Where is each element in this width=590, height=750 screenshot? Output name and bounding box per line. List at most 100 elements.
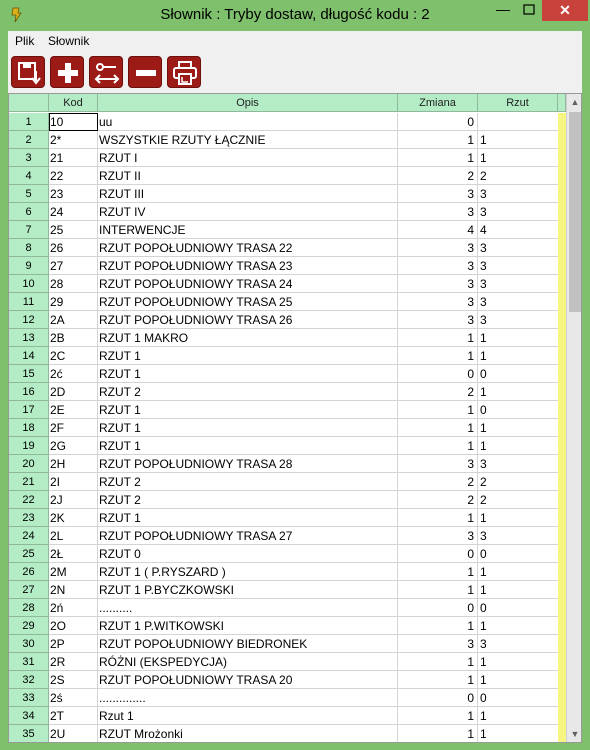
print-button[interactable] [167, 56, 201, 88]
header-opis[interactable]: Opis [98, 94, 398, 112]
table-row[interactable]: 11 29 RZUT POPOŁUDNIOWY TRASA 25 3 3 [9, 293, 559, 311]
scroll-down-icon[interactable]: ▼ [567, 726, 581, 742]
cell-opis[interactable]: RZUT III [98, 185, 398, 203]
cell-kod[interactable]: 28 [49, 275, 98, 293]
cell-zmiana[interactable]: 1 [398, 149, 478, 167]
cell-rzut[interactable]: 1 [478, 563, 559, 581]
cell-opis[interactable]: RZUT 1 [98, 347, 398, 365]
cell-zmiana[interactable]: 2 [398, 167, 478, 185]
cell-rzut[interactable]: 0 [478, 545, 559, 563]
table-row[interactable]: 33 2ś.............. 0 0 [9, 689, 559, 707]
menu-file[interactable]: Plik [15, 34, 34, 48]
cell-kod[interactable]: 2I [49, 473, 98, 491]
cell-zmiana[interactable]: 2 [398, 491, 478, 509]
cell-rzut[interactable]: 2 [478, 473, 559, 491]
cell-opis[interactable]: RZUT POPOŁUDNIOWY BIEDRONEK [98, 635, 398, 653]
table-row[interactable]: 29 2O RZUT 1 P.WITKOWSKI 1 1 [9, 617, 559, 635]
table-row[interactable]: 32 2S RZUT POPOŁUDNIOWY TRASA 20 1 1 [9, 671, 559, 689]
cell-zmiana[interactable]: 1 [398, 563, 478, 581]
cell-rzut[interactable]: 1 [478, 149, 559, 167]
cell-kod[interactable]: 2ć [49, 365, 98, 383]
cell-kod[interactable]: 2R [49, 653, 98, 671]
cell-rzut[interactable]: 1 [478, 329, 559, 347]
table-row[interactable]: 34 2T Rzut 111 [9, 707, 559, 725]
cell-zmiana[interactable]: 3 [398, 257, 478, 275]
cell-zmiana[interactable]: 4 [398, 221, 478, 239]
scroll-thumb[interactable] [569, 112, 581, 312]
table-row[interactable]: 9 27 RZUT POPOŁUDNIOWY TRASA 23 3 3 [9, 257, 559, 275]
cell-kod[interactable]: 2O [49, 617, 98, 635]
data-grid[interactable]: Kod Opis Zmiana Rzut 1 10 uu 0 2 2* WSZYSTKIE … [8, 93, 582, 743]
cell-kod[interactable]: 2ń [49, 599, 98, 617]
cell-opis[interactable]: RZUT 2 [98, 473, 398, 491]
cell-zmiana[interactable]: 1 [398, 437, 478, 455]
cell-opis[interactable]: RZUT Mrożonki [98, 725, 398, 742]
table-row[interactable]: 17 2E RZUT 110 [9, 401, 559, 419]
header-rzut[interactable]: Rzut [478, 94, 558, 112]
cell-kod[interactable]: 2A [49, 311, 98, 329]
cell-kod[interactable]: 10 [49, 113, 98, 131]
vertical-scrollbar[interactable]: ▲ ▼ [566, 94, 581, 742]
cell-rzut[interactable] [478, 113, 559, 131]
cell-opis[interactable]: RZUT POPOŁUDNIOWY TRASA 28 [98, 455, 398, 473]
cell-rzut[interactable]: 1 [478, 437, 559, 455]
cell-zmiana[interactable]: 1 [398, 419, 478, 437]
cell-zmiana[interactable]: 1 [398, 653, 478, 671]
table-row[interactable]: 21 2I RZUT 222 [9, 473, 559, 491]
table-row[interactable]: 7 25 INTERWENCJE 4 4 [9, 221, 559, 239]
cell-kod[interactable]: 2F [49, 419, 98, 437]
table-row[interactable]: 27 2N RZUT 1 P.BYCZKOWSKI 1 1 [9, 581, 559, 599]
cell-zmiana[interactable]: 0 [398, 545, 478, 563]
table-row[interactable]: 13 2B RZUT 1 MAKRO 1 1 [9, 329, 559, 347]
cell-kod[interactable]: 2ś [49, 689, 98, 707]
cell-zmiana[interactable]: 3 [398, 455, 478, 473]
table-row[interactable]: 31 2R RÓŻNI (EKSPEDYCJA) 1 1 [9, 653, 559, 671]
cell-rzut[interactable]: 3 [478, 185, 559, 203]
cell-kod[interactable]: 22 [49, 167, 98, 185]
cell-opis[interactable]: RZUT 1 P.WITKOWSKI [98, 617, 398, 635]
cell-opis[interactable]: RZUT 1 MAKRO [98, 329, 398, 347]
cell-rzut[interactable]: 2 [478, 491, 559, 509]
cell-rzut[interactable]: 1 [478, 671, 559, 689]
cell-opis[interactable]: RZUT 1 [98, 419, 398, 437]
cell-opis[interactable]: .............. [98, 689, 398, 707]
cell-zmiana[interactable]: 1 [398, 329, 478, 347]
cell-opis[interactable]: RÓŻNI (EKSPEDYCJA) [98, 653, 398, 671]
cell-opis[interactable]: RZUT 1 [98, 509, 398, 527]
cell-kod[interactable]: 23 [49, 185, 98, 203]
cell-zmiana[interactable]: 3 [398, 635, 478, 653]
table-row[interactable]: 1 10 uu 0 [9, 113, 559, 131]
cell-rzut[interactable]: 3 [478, 257, 559, 275]
table-row[interactable]: 28 2ń.......... 0 0 [9, 599, 559, 617]
cell-zmiana[interactable]: 1 [398, 347, 478, 365]
table-row[interactable]: 16 2D RZUT 221 [9, 383, 559, 401]
cell-opis[interactable]: RZUT 1 [98, 365, 398, 383]
table-row[interactable]: 8 26 RZUT POPOŁUDNIOWY TRASA 22 3 3 [9, 239, 559, 257]
cell-opis[interactable]: RZUT I [98, 149, 398, 167]
table-row[interactable]: 22 2J RZUT 222 [9, 491, 559, 509]
cell-rzut[interactable]: 1 [478, 383, 559, 401]
cell-zmiana[interactable]: 1 [398, 131, 478, 149]
cell-zmiana[interactable]: 3 [398, 527, 478, 545]
table-row[interactable]: 14 2C RZUT 111 [9, 347, 559, 365]
cell-zmiana[interactable]: 1 [398, 671, 478, 689]
cell-opis[interactable]: RZUT 1 [98, 437, 398, 455]
cell-zmiana[interactable]: 2 [398, 383, 478, 401]
scroll-up-icon[interactable]: ▲ [567, 94, 581, 111]
cell-kod[interactable]: 2E [49, 401, 98, 419]
cell-rzut[interactable]: 3 [478, 275, 559, 293]
cell-kod[interactable]: 2K [49, 509, 98, 527]
cell-rzut[interactable]: 0 [478, 599, 559, 617]
cell-opis[interactable]: RZUT II [98, 167, 398, 185]
cell-kod[interactable]: 2Ł [49, 545, 98, 563]
cell-kod[interactable]: 2N [49, 581, 98, 599]
cell-rzut[interactable]: 1 [478, 707, 559, 725]
add-button[interactable] [50, 56, 84, 88]
cell-opis[interactable]: RZUT POPOŁUDNIOWY TRASA 24 [98, 275, 398, 293]
cell-kod[interactable]: 2B [49, 329, 98, 347]
table-row[interactable]: 23 2K RZUT 111 [9, 509, 559, 527]
cell-zmiana[interactable]: 1 [398, 725, 478, 742]
cell-rzut[interactable]: 3 [478, 455, 559, 473]
cell-opis[interactable]: RZUT 0 [98, 545, 398, 563]
cell-rzut[interactable]: 1 [478, 419, 559, 437]
